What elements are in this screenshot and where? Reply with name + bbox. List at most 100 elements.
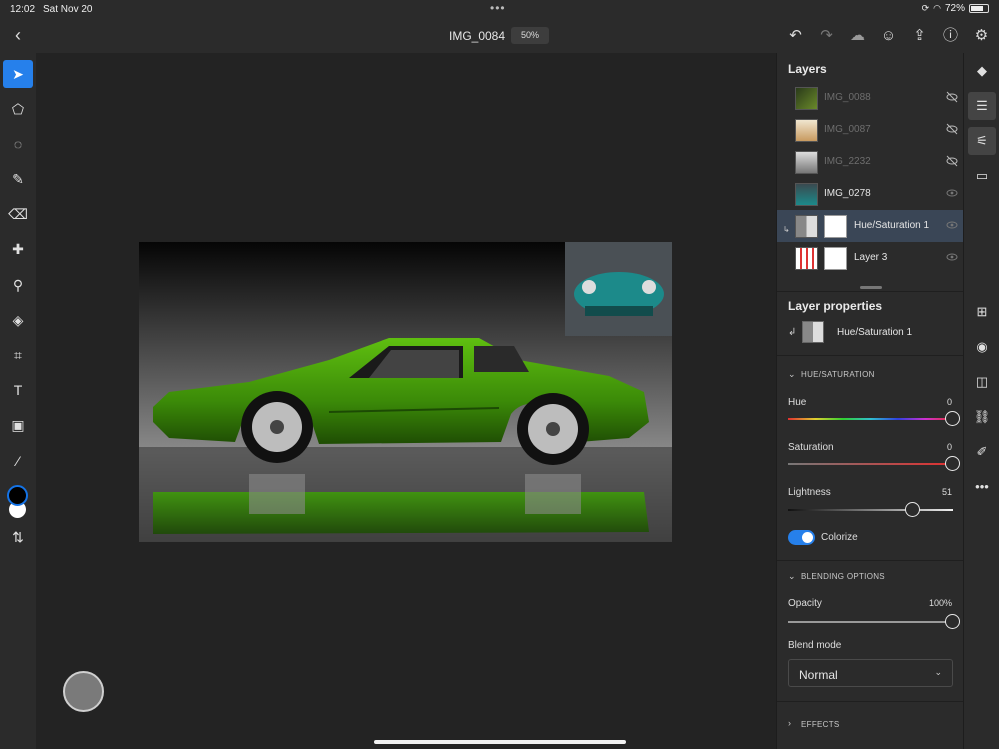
battery-fill xyxy=(971,6,983,11)
hue-saturation-section[interactable]: HUE/SATURATION xyxy=(801,370,875,379)
top-toolbar: ↶ ↷ ☁ ☺ ⇪ ⓘ ⚙ xyxy=(786,26,991,45)
back-chevron-icon[interactable]: ‹ xyxy=(8,26,28,46)
opacity-value: 100% xyxy=(928,598,952,608)
layers-icon[interactable]: ◆ xyxy=(968,57,996,85)
swap-colors-icon[interactable]: ⇅ xyxy=(3,523,33,551)
home-indicator[interactable] xyxy=(374,740,626,744)
zoom-level-badge[interactable]: 50% xyxy=(511,27,549,44)
share-user-icon[interactable]: ☺ xyxy=(879,26,898,45)
layer-row[interactable]: IMG_2232 xyxy=(777,146,964,178)
canvas-area[interactable] xyxy=(36,53,776,749)
document-title[interactable]: IMG_0084 xyxy=(449,29,505,43)
eyedropper-tool[interactable]: ⁄ xyxy=(3,447,33,475)
hidden-eye-icon[interactable] xyxy=(946,123,958,135)
layer-thumbnail xyxy=(795,247,818,270)
car-artwork xyxy=(139,242,672,542)
saturation-value: 0 xyxy=(946,442,952,452)
saturation-slider[interactable] xyxy=(788,456,960,471)
divider xyxy=(777,560,964,561)
lightness-label: Lightness xyxy=(788,487,831,498)
hidden-eye-icon[interactable] xyxy=(946,155,958,167)
layer-name: IMG_2232 xyxy=(824,156,871,167)
saturation-slider-knob[interactable] xyxy=(945,456,960,471)
transform-tool[interactable]: ⬠ xyxy=(3,95,33,123)
status-right: ⟳ ◠ 72% xyxy=(922,3,989,14)
add-layer-icon[interactable]: ⊞ xyxy=(968,298,996,326)
wifi-icon: ◠ xyxy=(933,3,941,13)
chevron-right-icon[interactable]: › xyxy=(788,718,791,728)
more-icon[interactable]: ••• xyxy=(968,473,996,501)
fill-tool[interactable]: ◈ xyxy=(3,306,33,334)
adjustment-thumbnail xyxy=(795,215,818,238)
layers-panel-title: Layers xyxy=(788,62,827,76)
clip-arrow-icon: ↲ xyxy=(788,327,797,338)
opacity-slider-knob[interactable] xyxy=(945,614,960,629)
eraser-mask-icon[interactable]: ✐ xyxy=(968,438,996,466)
hue-slider[interactable] xyxy=(788,411,960,426)
divider xyxy=(777,291,964,292)
help-icon[interactable]: ⓘ xyxy=(941,26,960,45)
layer-properties-title: Layer properties xyxy=(788,299,883,313)
adjustments-icon[interactable]: ⚟ xyxy=(968,127,996,155)
eye-icon[interactable] xyxy=(946,187,958,199)
link-icon[interactable]: ⛓ xyxy=(968,403,996,431)
layer-name: Layer 3 xyxy=(854,252,888,263)
undo-icon[interactable]: ↶ xyxy=(786,26,805,45)
eye-icon[interactable] xyxy=(946,251,958,263)
mask-icon[interactable]: ◫ xyxy=(968,368,996,396)
visibility-eye-icon[interactable]: ◉ xyxy=(968,333,996,361)
layer-row[interactable]: IMG_0088 xyxy=(777,82,964,114)
brush-tool[interactable]: ✎ xyxy=(3,165,33,193)
chevron-down-icon[interactable]: ⌄ xyxy=(788,369,796,380)
effects-section[interactable]: EFFECTS xyxy=(801,720,840,729)
mask-thumbnail xyxy=(824,247,847,270)
foreground-color-swatch[interactable] xyxy=(7,485,28,506)
layer-thumbnail xyxy=(795,183,818,206)
cloud-icon[interactable]: ☁ xyxy=(848,26,867,45)
export-icon[interactable]: ⇪ xyxy=(910,26,929,45)
lasso-tool[interactable]: ◌ xyxy=(3,130,33,158)
image-tool[interactable]: ▣ xyxy=(3,411,33,439)
battery-icon xyxy=(969,4,989,13)
opacity-slider[interactable] xyxy=(788,614,960,629)
right-icon-rail: ◆ ☰ ⚟ ▭ ⊞ ◉ ◫ ⛓ ✐ ••• xyxy=(963,53,999,749)
lightness-slider[interactable] xyxy=(788,502,953,517)
layer-row[interactable]: Layer 3 xyxy=(777,242,964,274)
battery-percent: 72% xyxy=(944,3,965,14)
hidden-eye-icon[interactable] xyxy=(946,91,958,103)
layer-thumbnail xyxy=(795,87,818,110)
redo-icon[interactable]: ↷ xyxy=(817,26,836,45)
hue-slider-knob[interactable] xyxy=(945,411,960,426)
layer-stack-icon[interactable]: ☰ xyxy=(968,92,996,120)
crop-tool[interactable]: ⌗ xyxy=(3,341,33,369)
toggle-knob xyxy=(802,532,813,543)
hue-label: Hue xyxy=(788,397,807,408)
eraser-tool[interactable]: ⌫ xyxy=(3,200,33,228)
healing-tool[interactable]: ✚ xyxy=(3,235,33,263)
lightness-value: 51 xyxy=(941,487,952,497)
multitasking-dots-icon[interactable]: ••• xyxy=(490,1,506,15)
layer-thumbnail xyxy=(795,119,818,142)
hue-value: 0 xyxy=(946,397,952,407)
panel-resize-handle[interactable] xyxy=(860,286,882,289)
layer-row-selected[interactable]: ↳ Hue/Saturation 1 xyxy=(777,210,964,242)
comment-icon[interactable]: ▭ xyxy=(968,162,996,190)
floating-touch-shortcut-button[interactable] xyxy=(63,671,104,712)
layer-row[interactable]: IMG_0087 xyxy=(777,114,964,146)
settings-gear-icon[interactable]: ⚙ xyxy=(972,26,991,45)
type-tool[interactable]: T xyxy=(3,376,33,404)
lightness-slider-knob[interactable] xyxy=(905,502,921,517)
status-bar: 12:02 Sat Nov 20 ••• ⟳ ◠ 72% xyxy=(0,0,999,18)
layer-row[interactable]: IMG_0278 xyxy=(777,178,964,210)
divider xyxy=(777,701,964,702)
clone-tool[interactable]: ⚲ xyxy=(3,271,33,299)
colorize-toggle[interactable] xyxy=(788,530,815,545)
left-toolbar: ➤ ⬠ ◌ ✎ ⌫ ✚ ⚲ ◈ ⌗ T ▣ ⁄ ⇅ xyxy=(0,53,36,749)
blend-mode-dropdown[interactable]: Normal ⌄ xyxy=(788,659,953,687)
eye-icon[interactable] xyxy=(946,219,958,231)
canvas-image[interactable] xyxy=(139,242,672,542)
chevron-down-icon[interactable]: ⌄ xyxy=(788,571,796,582)
status-date: Sat Nov 20 xyxy=(43,4,93,15)
blending-options-section[interactable]: BLENDING OPTIONS xyxy=(801,572,885,581)
select-tool[interactable]: ➤ xyxy=(3,60,33,88)
